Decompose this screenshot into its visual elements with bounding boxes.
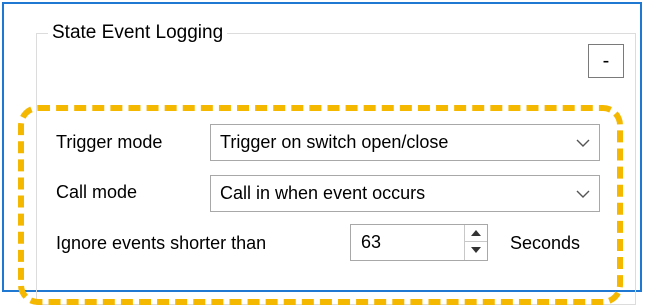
spin-down-button[interactable]: [465, 242, 487, 259]
arrow-down-icon: [471, 247, 481, 253]
call-mode-value: Call in when event occurs: [220, 183, 426, 203]
trigger-mode-label: Trigger mode: [56, 132, 163, 152]
chevron-down-icon: [576, 190, 590, 198]
collapse-button[interactable]: -: [588, 44, 624, 78]
ignore-events-label: Ignore events shorter than: [56, 233, 267, 253]
spin-buttons: [464, 225, 487, 260]
group-title: State Event Logging: [48, 22, 228, 44]
arrow-up-icon: [471, 230, 481, 236]
chevron-down-icon: [576, 139, 590, 147]
call-mode-label: Call mode: [56, 182, 138, 202]
trigger-mode-select[interactable]: Trigger on switch open/close: [210, 124, 600, 161]
ignore-events-value: 63: [361, 232, 382, 252]
call-mode-select[interactable]: Call in when event occurs: [210, 175, 600, 212]
ignore-events-stepper[interactable]: 63: [350, 224, 488, 261]
trigger-mode-value: Trigger on switch open/close: [220, 132, 449, 152]
spin-up-button[interactable]: [465, 225, 487, 242]
ignore-events-unit: Seconds: [510, 233, 581, 253]
